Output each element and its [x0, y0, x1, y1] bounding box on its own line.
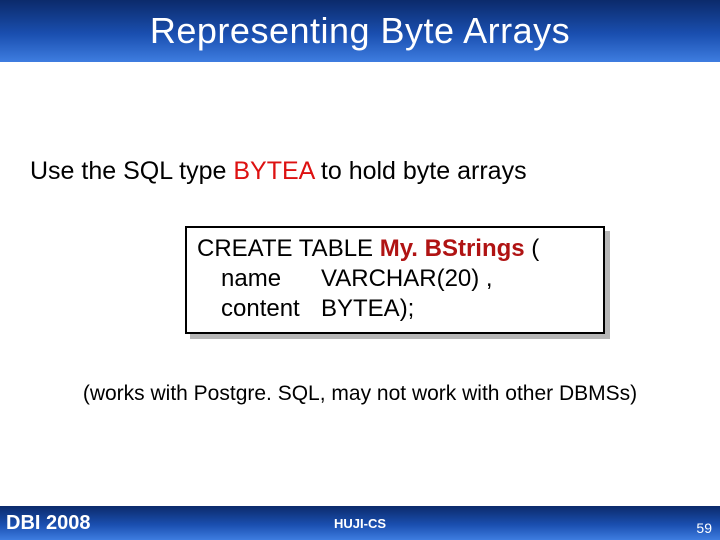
- intro-pre: Use the SQL type: [30, 157, 233, 185]
- code-line-3: contentBYTEA);: [197, 294, 593, 324]
- code-block: CREATE TABLE My. BStrings ( nameVARCHAR(…: [185, 226, 605, 334]
- code-col-content: content: [221, 294, 321, 324]
- slide-body: Use the SQL type BYTEA to hold byte arra…: [0, 157, 720, 406]
- note-text: (works with Postgre. SQL, may not work w…: [30, 382, 690, 406]
- slide-title: Representing Byte Arrays: [150, 10, 570, 52]
- footer-left: DBI 2008: [0, 512, 91, 535]
- code-col-content-type: BYTEA);: [321, 295, 414, 322]
- code-line-1: CREATE TABLE My. BStrings (: [197, 234, 593, 264]
- code-col-name: name: [221, 264, 321, 294]
- code-col-name-type: VARCHAR(20) ,: [321, 265, 493, 292]
- intro-text: Use the SQL type BYTEA to hold byte arra…: [30, 157, 690, 186]
- intro-post: to hold byte arrays: [314, 157, 527, 185]
- code-line-2: nameVARCHAR(20) ,: [197, 264, 593, 294]
- slide: Representing Byte Arrays Use the SQL typ…: [0, 0, 720, 540]
- intro-keyword: BYTEA: [233, 157, 314, 185]
- code-table-name: My. BStrings: [380, 235, 525, 262]
- code-create: CREATE TABLE: [197, 235, 380, 262]
- footer-center: HUJI-CS: [334, 516, 386, 531]
- code-open-paren: (: [525, 235, 540, 262]
- footer-bar: DBI 2008 HUJI-CS 59: [0, 506, 720, 540]
- slide-number: 59: [696, 520, 712, 536]
- code-box: CREATE TABLE My. BStrings ( nameVARCHAR(…: [185, 226, 605, 334]
- title-bar: Representing Byte Arrays: [0, 0, 720, 62]
